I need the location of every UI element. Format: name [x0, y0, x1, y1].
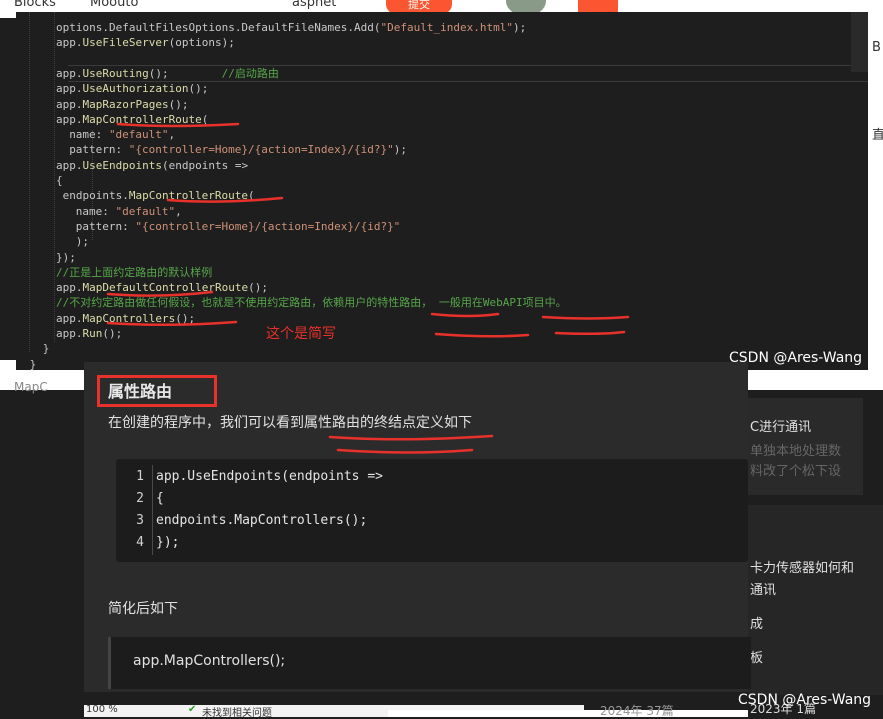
editor-code-line: app.UseAuthorization();	[56, 82, 209, 96]
code-line: app.UseEndpoints(endpoints =>	[156, 469, 383, 484]
watermark: CSDN @Ares-Wang	[738, 692, 872, 708]
watermark: CSDN @Ares-Wang	[729, 350, 863, 366]
related-desc: 单独本地处理数	[750, 444, 842, 459]
indent-guide	[29, 12, 30, 352]
related-panel: C进行通讯 单独本地处理数 料改了个松下设	[748, 398, 863, 495]
simplified-code: app.MapControllers();	[133, 653, 286, 669]
editor-code-line: endpoints.MapControllerRoute(	[62, 189, 255, 203]
editor-code-line: app.Run();	[56, 327, 123, 340]
gutter-divider	[152, 465, 153, 555]
line-number: 4	[136, 535, 144, 550]
related-panel-2: 卡力传感器如何和 通讯 成 板	[748, 505, 883, 695]
page-bottom-fragment	[388, 710, 748, 717]
article-card: 属性路由 在创建的程序中，我们可以看到属性路由的终结点定义如下 1 2 3 4 …	[84, 362, 751, 692]
editor-code-line: //不对约定路由做任何假设，也就是不使用约定路由，依赖用户的特性路由， 一般用在…	[56, 296, 567, 310]
editor-code-line: app.UseRouting(); //启动路由	[56, 66, 279, 80]
subheading: 简化后如下	[108, 601, 178, 617]
editor-code-line: });	[56, 250, 76, 264]
related-link[interactable]: 成	[750, 613, 763, 632]
editor-code-line: pattern: "{controller=Home}/{action=Inde…	[69, 143, 407, 157]
annotation-note: 这个是简写	[266, 326, 336, 342]
editor-code-line: app.MapControllers();	[56, 311, 196, 325]
tab-blocks[interactable]: Blocks	[14, 0, 56, 10]
editor-code-line: app.MapRazorPages();	[56, 97, 189, 111]
editor-code-line: name: "default",	[75, 204, 182, 218]
code-line: endpoints.MapControllers();	[156, 513, 368, 528]
tab-moouto[interactable]: Moouto	[90, 0, 138, 10]
editor-code-line: );	[75, 235, 90, 249]
line-number: 1	[136, 469, 144, 484]
editor-code-line: name: "default",	[69, 128, 176, 142]
zoom-level[interactable]: 100 %	[86, 704, 118, 715]
related-link[interactable]: 卡力传感器如何和	[750, 557, 854, 576]
code-line: });	[156, 535, 180, 550]
edge-char: B	[872, 40, 881, 55]
scrollbar[interactable]	[851, 12, 868, 72]
code-line: {	[156, 491, 164, 506]
simplified-code-block: app.MapControllers();	[108, 637, 751, 689]
editor-code-line: options.DefaultFilesOptions.DefaultFileN…	[56, 21, 527, 34]
related-desc: 料改了个松下设	[750, 464, 842, 479]
editor-code-line: }	[29, 357, 37, 370]
archive-year[interactable]: 2024年 37篇	[600, 702, 674, 719]
related-link[interactable]: 板	[750, 647, 763, 666]
editor-code-line: pattern: "{controller=Home}/{action=Inde…	[75, 219, 401, 233]
intro-text: 在创建的程序中，我们可以看到属性路由的终结点定义如下	[108, 415, 472, 431]
editor-code-line: app.MapDefaultControllerRoute();	[56, 281, 268, 295]
related-link[interactable]: C进行通讯	[750, 416, 811, 435]
editor-code-line: {	[56, 174, 63, 187]
related-link[interactable]: 通讯	[750, 579, 776, 598]
section-heading: 属性路由	[108, 382, 173, 401]
editor-code-line: }	[42, 342, 50, 356]
page-label: MapC	[14, 380, 48, 394]
check-icon: ✔	[188, 704, 197, 715]
indent-guide	[54, 12, 55, 342]
code-block: 1 2 3 4 app.UseEndpoints(endpoints => { …	[116, 459, 748, 562]
tab-aspnet[interactable]: aspnet	[292, 0, 336, 10]
editor-code-line: app.UseFileServer(options);	[56, 36, 235, 50]
page-right-fragment	[748, 372, 876, 390]
line-number: 2	[136, 491, 144, 506]
editor-code-line: app.MapControllerRoute(	[56, 112, 209, 126]
right-page-edge: B 直	[868, 0, 883, 390]
editor-code-line: //正是上面约定路由的默认样例	[56, 265, 213, 279]
code-editor: options.DefaultFilesOptions.DefaultFileN…	[16, 12, 868, 370]
line-number: 3	[136, 513, 144, 528]
editor-code-line: app.UseEndpoints(endpoints =>	[56, 158, 249, 172]
edge-char: 直	[872, 128, 883, 143]
